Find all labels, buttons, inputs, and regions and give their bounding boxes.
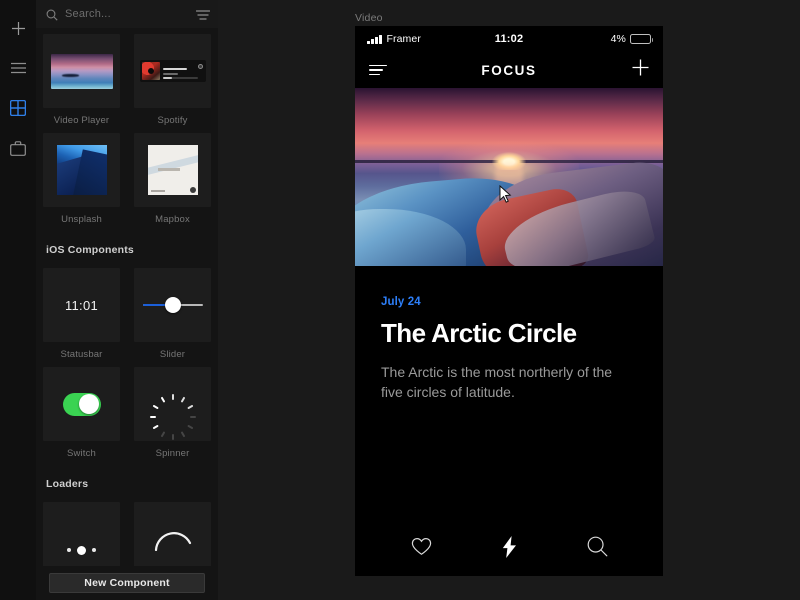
components-panel: Search... Video Player Spotify Unsplash … [36, 0, 218, 600]
component-thumb[interactable] [43, 34, 120, 108]
component-label: Spinner [155, 448, 190, 459]
rail-item-assets[interactable] [0, 128, 36, 168]
mapbox-preview [147, 145, 198, 195]
component-cell-mapbox[interactable]: Mapbox [127, 133, 218, 232]
component-cell-dots-loader[interactable] [36, 502, 127, 566]
more-icon [197, 64, 203, 69]
component-thumb[interactable]: 11:01 [43, 268, 120, 342]
ios-status-bar: Framer 11:02 4% [355, 26, 663, 52]
hamburger-icon [10, 62, 26, 74]
component-section-ios: 11:01 Statusbar Slider Switch Spinner [36, 262, 218, 466]
track-meta [160, 67, 204, 75]
panel-footer: New Component [36, 566, 218, 600]
dots-loader-preview [67, 524, 96, 555]
search-icon [46, 8, 58, 21]
component-cell-video-player[interactable]: Video Player [36, 34, 127, 133]
arc-loader-preview [153, 511, 193, 566]
sort-filter-icon[interactable] [195, 8, 211, 20]
section-heading-loaders: Loaders [46, 478, 89, 490]
design-canvas[interactable]: Video Framer 11:02 4% FOCUS July 24 The … [218, 0, 800, 600]
component-cell-arc-loader[interactable] [127, 502, 218, 566]
search-icon [587, 536, 608, 562]
component-label: Switch [67, 448, 96, 459]
unsplash-preview [56, 145, 107, 195]
signal-icon [367, 34, 382, 44]
tab-search[interactable] [577, 534, 617, 564]
component-section-general: Video Player Spotify Unsplash Mapbox [36, 28, 218, 232]
lightning-icon [502, 535, 517, 563]
search-bar[interactable]: Search... [36, 0, 218, 28]
tab-favorites[interactable] [401, 534, 441, 564]
component-thumb[interactable] [134, 34, 211, 108]
plus-icon [11, 21, 26, 36]
rail-item-components[interactable] [0, 88, 36, 128]
rail-item-add[interactable] [0, 8, 36, 48]
search-input[interactable]: Search... [65, 8, 196, 20]
component-label: Statusbar [60, 349, 103, 360]
slider-knob [164, 297, 181, 313]
bottom-tab-bar [355, 522, 663, 576]
hero-image[interactable] [355, 88, 663, 266]
battery-group: 4% [610, 33, 653, 45]
switch-preview [62, 392, 101, 416]
component-thumb[interactable] [43, 502, 120, 566]
component-cell-switch[interactable]: Switch [36, 367, 127, 466]
plus-icon[interactable] [632, 59, 649, 81]
rail-item-layers[interactable] [0, 48, 36, 88]
phone-preview[interactable]: Framer 11:02 4% FOCUS July 24 The Arctic… [355, 26, 663, 576]
component-label: Video Player [53, 115, 110, 126]
spotify-preview [139, 60, 206, 82]
component-cell-unsplash[interactable]: Unsplash [36, 133, 127, 232]
battery-percent: 4% [610, 33, 626, 45]
component-cell-spotify[interactable]: Spotify [127, 34, 218, 133]
framer-app-window: Search... Video Player Spotify Unsplash … [0, 0, 800, 600]
battery-icon [630, 34, 653, 44]
article-title: The Arctic Circle [381, 318, 577, 348]
component-label: Unsplash [61, 214, 102, 225]
carrier-label: Framer [386, 33, 421, 45]
component-cell-slider[interactable]: Slider [127, 268, 218, 367]
article-body: The Arctic is the most northerly of the … [381, 363, 613, 400]
briefcase-icon [10, 140, 26, 156]
app-title: FOCUS [481, 62, 537, 78]
component-cell-spinner[interactable]: Spinner [127, 367, 218, 466]
hamburger-icon[interactable] [369, 64, 387, 76]
spinner-preview [149, 391, 196, 440]
component-label: Slider [159, 349, 186, 360]
frame-label[interactable]: Video [355, 12, 383, 24]
new-component-button[interactable]: New Component [49, 573, 205, 593]
statusbar-preview-time: 11:01 [64, 297, 99, 313]
component-thumb[interactable] [134, 502, 211, 566]
article-block: July 24 The Arctic Circle The Arctic is … [355, 266, 663, 402]
app-header: FOCUS [355, 52, 663, 88]
component-cell-statusbar[interactable]: 11:01 Statusbar [36, 268, 127, 367]
component-thumb[interactable] [134, 367, 211, 441]
component-thumb[interactable] [134, 133, 211, 207]
progress-bar [162, 77, 198, 79]
component-label: Mapbox [155, 214, 190, 225]
album-art [141, 62, 160, 80]
left-icon-rail [0, 0, 36, 600]
grid-icon [10, 100, 26, 116]
component-section-loaders [36, 496, 218, 566]
component-thumb[interactable] [43, 367, 120, 441]
slider-preview [142, 295, 203, 315]
component-label: Spotify [157, 115, 188, 126]
tab-flash[interactable] [489, 534, 529, 564]
component-thumb[interactable] [43, 133, 120, 207]
article-date: July 24 [381, 296, 421, 308]
panel-scroll-area[interactable]: Video Player Spotify Unsplash Mapbox iOS… [36, 28, 218, 566]
component-thumb[interactable] [134, 268, 211, 342]
video-player-preview [50, 53, 113, 89]
section-heading-ios: iOS Components [46, 244, 134, 256]
heart-icon [411, 537, 432, 561]
